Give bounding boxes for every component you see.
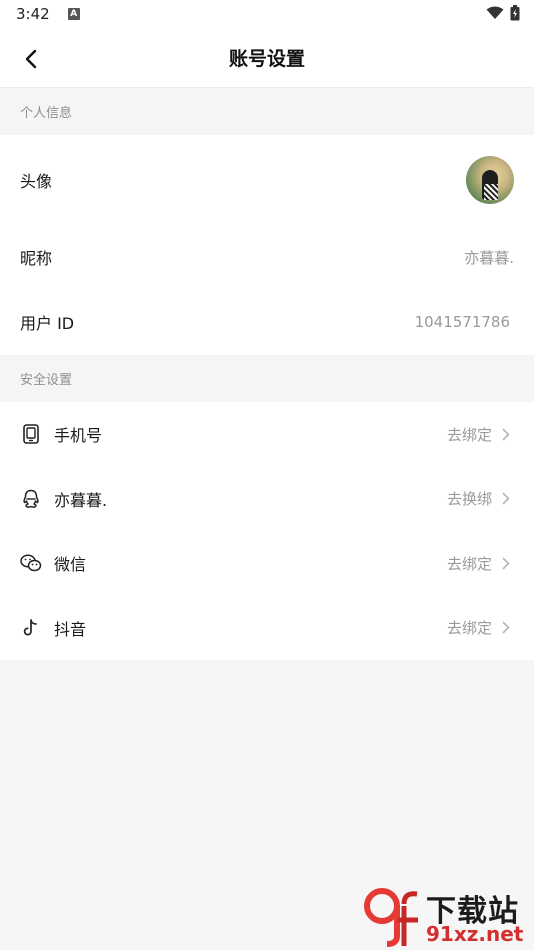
security-list: 手机号 去绑定 亦暮暮. 去换绑 微信 去绑定 抖音 去绑定 [0, 402, 534, 660]
chevron-right-icon [502, 556, 514, 570]
nickname-value: 亦暮暮. [464, 248, 514, 267]
section-header-security: 安全设置 [0, 355, 534, 402]
avatar[interactable] [466, 156, 514, 204]
wechat-label: 微信 [54, 555, 87, 575]
qq-label: 亦暮暮. [54, 490, 108, 510]
status-icons [486, 5, 520, 21]
notification-a-icon: A [67, 8, 80, 20]
phone-action: 去绑定 [446, 425, 492, 444]
user-id-value: 1041571786 [414, 313, 510, 331]
watermark-logo: 下载站 91xz.net [362, 886, 530, 948]
avatar-row[interactable]: 头像 [0, 135, 534, 225]
page-title: 账号设置 [228, 48, 305, 70]
chevron-right-icon [502, 621, 514, 635]
watermark-url: 91xz.net [426, 922, 524, 946]
bind-wechat-row[interactable]: 微信 去绑定 [0, 531, 534, 596]
nickname-label: 昵称 [20, 249, 53, 268]
qq-icon [20, 488, 42, 510]
douyin-label: 抖音 [54, 619, 87, 639]
qq-action: 去换绑 [446, 490, 492, 509]
chevron-right-icon [502, 427, 514, 441]
status-bar: 3:42 A [0, 0, 534, 28]
douyin-action: 去绑定 [446, 619, 492, 638]
bind-phone-row[interactable]: 手机号 去绑定 [0, 402, 534, 467]
wechat-icon [20, 552, 42, 574]
avatar-label: 头像 [20, 172, 53, 191]
app-header: 账号设置 [0, 28, 534, 88]
bind-douyin-row[interactable]: 抖音 去绑定 [0, 596, 534, 661]
chevron-right-icon [502, 492, 514, 506]
user-id-label: 用户 ID [20, 314, 75, 333]
nickname-row[interactable]: 昵称 亦暮暮. [0, 225, 534, 289]
section-header-personal: 个人信息 [0, 88, 534, 135]
avatar-dress [484, 184, 498, 200]
watermark-9f-logo [364, 888, 418, 947]
battery-icon [510, 5, 520, 21]
personal-info-list: 头像 昵称 亦暮暮. 用户 ID 1041571786 [0, 135, 534, 355]
back-button[interactable] [18, 46, 44, 72]
chevron-left-icon [25, 49, 37, 69]
status-time: 3:42 [16, 5, 50, 23]
phone-icon [20, 423, 42, 445]
douyin-icon [20, 617, 42, 639]
bind-qq-row[interactable]: 亦暮暮. 去换绑 [0, 467, 534, 532]
wifi-icon [486, 6, 504, 19]
user-id-row[interactable]: 用户 ID 1041571786 [0, 289, 534, 355]
phone-label: 手机号 [54, 426, 103, 446]
wechat-action: 去绑定 [446, 554, 492, 573]
